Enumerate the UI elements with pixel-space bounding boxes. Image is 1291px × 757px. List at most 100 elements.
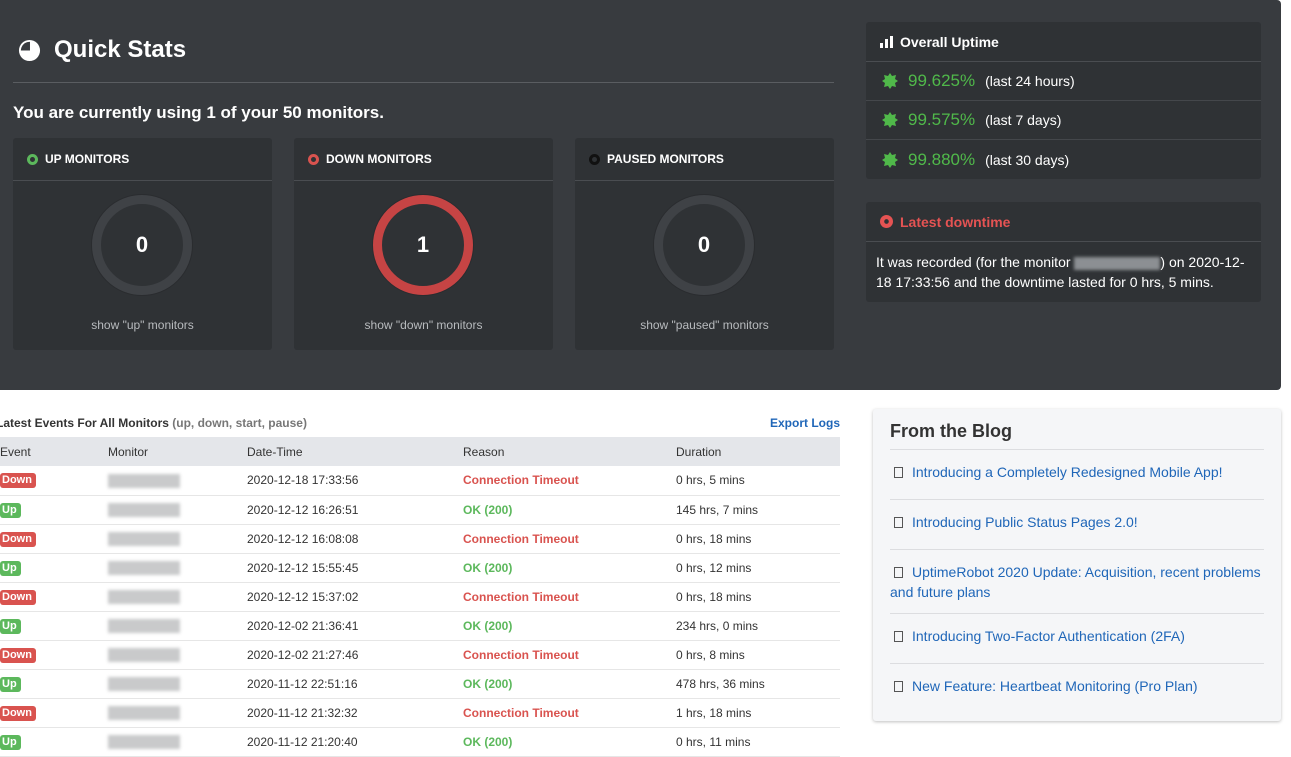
overall-uptime-box: Overall Uptime 99.625% (last 24 hours) 9… bbox=[866, 22, 1261, 179]
column-header-reason: Reason bbox=[463, 437, 676, 466]
monitor-cell bbox=[108, 582, 247, 612]
events-table-body: Down 2020-12-18 17:33:56 Connection Timeou… bbox=[0, 466, 840, 757]
document-icon bbox=[894, 631, 903, 642]
reason-cell: OK (200) bbox=[463, 727, 676, 757]
datetime-cell: 2020-12-02 21:27:46 bbox=[247, 640, 463, 670]
certificate-icon bbox=[882, 73, 898, 89]
blog-post-link[interactable]: Introducing a Completely Redesigned Mobi… bbox=[890, 450, 1264, 500]
reason-cell: OK (200) bbox=[463, 495, 676, 525]
datetime-cell: 2020-12-12 15:55:45 bbox=[247, 553, 463, 583]
duration-cell: 145 hrs, 7 mins bbox=[676, 495, 840, 525]
redacted-monitor-name bbox=[108, 734, 180, 749]
event-cell: Up bbox=[0, 553, 108, 583]
event-cell: Up bbox=[0, 611, 108, 641]
latest-downtime-title: Latest downtime bbox=[900, 213, 1011, 230]
duration-cell: 0 hrs, 18 mins bbox=[676, 582, 840, 612]
bar-chart-icon bbox=[880, 35, 893, 48]
export-logs-link[interactable]: Export Logs bbox=[770, 416, 840, 430]
events-title-text: Latest Events For All Monitors bbox=[0, 416, 169, 430]
duration-cell: 0 hrs, 11 mins bbox=[676, 727, 840, 757]
status-dot-icon bbox=[27, 153, 38, 165]
from-the-blog-panel: From the Blog Introducing a Completely R… bbox=[873, 409, 1281, 721]
event-cell: Down bbox=[0, 640, 108, 670]
column-header-monitor: Monitor bbox=[108, 437, 247, 466]
uptime-percentage: 99.575% bbox=[908, 110, 976, 129]
monitor-cell bbox=[108, 553, 247, 583]
redacted-monitor-name bbox=[108, 473, 180, 488]
redacted-monitor-name bbox=[108, 705, 180, 720]
table-row: Down 2020-12-18 17:33:56 Connection Timeou… bbox=[0, 466, 840, 496]
times-circle-icon bbox=[880, 215, 893, 228]
reason-cell: Connection Timeout bbox=[463, 640, 676, 670]
show-down-monitors-link[interactable]: show "down" monitors bbox=[294, 318, 553, 332]
reason-cell: OK (200) bbox=[463, 553, 676, 583]
latest-downtime-box: Latest downtime It was recorded (for the… bbox=[866, 202, 1261, 302]
column-header-event: Event bbox=[0, 437, 108, 466]
table-row: Up 2020-12-12 15:55:45 OK (200) 0 hrs, 12 m… bbox=[0, 553, 840, 583]
event-cell: Up bbox=[0, 669, 108, 699]
up-monitors-card: UP MONITORS 0 show "up" monitors bbox=[13, 138, 272, 350]
duration-cell: 0 hrs, 5 mins bbox=[676, 466, 840, 496]
datetime-cell: 2020-12-12 16:26:51 bbox=[247, 495, 463, 525]
table-row: Down 2020-11-12 21:32:32 Connection Timeou… bbox=[0, 698, 840, 728]
event-badge: Up bbox=[0, 618, 21, 634]
reason-cell: Connection Timeout bbox=[463, 582, 676, 612]
duration-cell: 0 hrs, 18 mins bbox=[676, 524, 840, 554]
redacted-monitor-name bbox=[108, 647, 180, 662]
down-monitors-card: DOWN MONITORS 1 show "down" monitors bbox=[294, 138, 553, 350]
uptime-period: (last 30 days) bbox=[985, 151, 1070, 168]
duration-cell: 234 hrs, 0 mins bbox=[676, 611, 840, 641]
reason-cell: Connection Timeout bbox=[463, 698, 676, 728]
redacted-monitor-name bbox=[108, 676, 180, 691]
reason-cell: Connection Timeout bbox=[463, 466, 676, 496]
show-up-monitors-link[interactable]: show "up" monitors bbox=[13, 318, 272, 332]
paused-monitors-header: PAUSED MONITORS bbox=[575, 138, 834, 181]
redacted-monitor-name bbox=[1074, 256, 1161, 270]
event-cell: Down bbox=[0, 582, 108, 612]
uptime-row: 99.880% (last 30 days) bbox=[866, 140, 1261, 179]
show-paused-monitors-link[interactable]: show "paused" monitors bbox=[575, 318, 834, 332]
blog-post-link[interactable]: Introducing Two-Factor Authentication (2… bbox=[890, 614, 1264, 664]
duration-cell: 1 hrs, 18 mins bbox=[676, 698, 840, 728]
monitor-cell bbox=[108, 495, 247, 525]
blog-post-title: Introducing a Completely Redesigned Mobi… bbox=[912, 464, 1223, 480]
duration-cell: 0 hrs, 12 mins bbox=[676, 553, 840, 583]
divider bbox=[13, 82, 834, 83]
event-cell: Up bbox=[0, 495, 108, 525]
table-row: Up 2020-12-12 16:26:51 OK (200) 145 hrs, 7 … bbox=[0, 495, 840, 525]
event-badge: Up bbox=[0, 560, 21, 576]
table-header-row: Event Monitor Date-Time Reason Duration bbox=[0, 437, 840, 466]
paused-monitors-label: PAUSED MONITORS bbox=[607, 152, 724, 166]
blog-post-link[interactable]: Introducing Public Status Pages 2.0! bbox=[890, 500, 1264, 550]
monitor-cell bbox=[108, 611, 247, 641]
blog-post-link[interactable]: UptimeRobot 2020 Update: Acquisition, re… bbox=[890, 550, 1264, 614]
uptime-percentage: 99.880% bbox=[908, 149, 976, 169]
column-header-datetime: Date-Time bbox=[247, 437, 463, 466]
event-cell: Down bbox=[0, 466, 108, 496]
table-row: Up 2020-11-12 22:51:16 OK (200) 478 hrs, 36… bbox=[0, 669, 840, 699]
blog-post-title: Introducing Two-Factor Authentication (2… bbox=[912, 628, 1185, 644]
blog-list: Introducing a Completely Redesigned Mobi… bbox=[890, 450, 1264, 714]
paused-monitors-count: 0 bbox=[654, 195, 754, 295]
datetime-cell: 2020-11-12 22:51:16 bbox=[247, 669, 463, 699]
event-badge: Down bbox=[0, 473, 36, 489]
uptime-row: 99.625% (last 24 hours) bbox=[866, 62, 1261, 101]
down-monitors-header: DOWN MONITORS bbox=[294, 138, 553, 181]
blog-post-link[interactable]: New Feature: Heartbeat Monitoring (Pro P… bbox=[890, 664, 1264, 714]
events-table: Event Monitor Date-Time Reason Duration … bbox=[0, 437, 840, 757]
event-cell: Down bbox=[0, 524, 108, 554]
table-row: Down 2020-12-02 21:27:46 Connection Timeou… bbox=[0, 640, 840, 670]
up-monitors-label: UP MONITORS bbox=[45, 152, 130, 166]
datetime-cell: 2020-12-02 21:36:41 bbox=[247, 611, 463, 641]
monitor-cell bbox=[108, 669, 247, 699]
redacted-monitor-name bbox=[108, 618, 180, 633]
paused-monitors-card: PAUSED MONITORS 0 show "paused" monitors bbox=[575, 138, 834, 350]
monitor-cell bbox=[108, 727, 247, 757]
event-cell: Down bbox=[0, 698, 108, 728]
uptime-period: (last 7 days) bbox=[985, 112, 1062, 128]
certificate-icon bbox=[882, 151, 898, 168]
datetime-cell: 2020-12-12 16:08:08 bbox=[247, 524, 463, 554]
event-cell: Up bbox=[0, 727, 108, 757]
events-title: Latest Events For All Monitors (up, down… bbox=[0, 416, 307, 430]
status-dot-icon bbox=[589, 153, 600, 165]
